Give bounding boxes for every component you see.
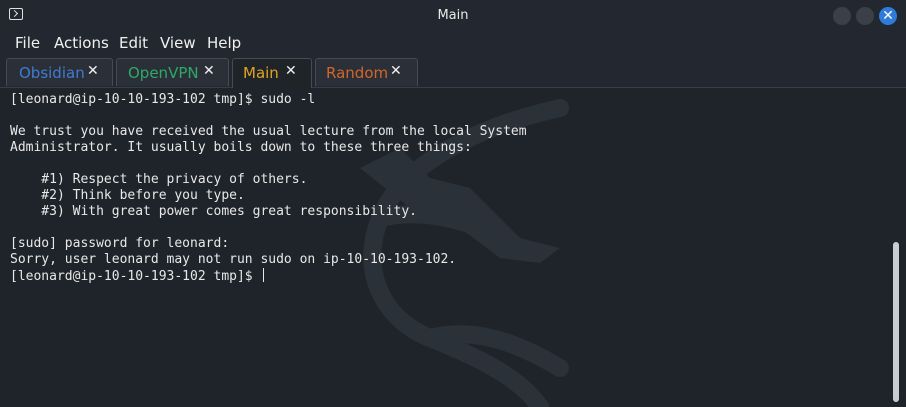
terminal-line: #1) Respect the privacy of others. [10,172,308,187]
close-tab-icon[interactable]: ✕ [203,63,215,79]
prompt-line[interactable]: [leonard@ip-10-10-193-102 tmp]$ [10,268,527,284]
close-tab-icon[interactable]: ✕ [390,63,402,79]
terminal-output[interactable]: [leonard@ip-10-10-193-102 tmp]$ sudo -l W… [0,88,906,407]
tab-random[interactable]: Random ✕ [315,58,418,86]
terminal-line: #2) Think before you type. [10,188,245,203]
title-bar[interactable]: Main ✕ [0,0,906,30]
menu-edit[interactable]: Edit [119,34,148,52]
maximize-button[interactable] [856,7,874,25]
tab-label: OpenVPN [128,64,199,82]
text-cursor [263,268,265,282]
tab-bar: Obsidian ✕ OpenVPN ✕ Main ✕ Random ✕ [0,56,906,88]
tab-obsidian[interactable]: Obsidian ✕ [6,58,113,86]
close-tab-icon[interactable]: ✕ [87,63,99,79]
tab-label: Random [326,64,389,82]
scrollbar[interactable] [893,242,899,402]
terminal-line: Sorry, user leonard may not run sudo on … [10,252,457,267]
prompt-text: [leonard@ip-10-10-193-102 tmp]$ [10,269,261,284]
terminal-line: We trust you have received the usual lec… [10,124,527,139]
menu-actions[interactable]: Actions [54,34,109,52]
terminal-text: [leonard@ip-10-10-193-102 tmp]$ sudo -l W… [10,92,527,284]
menu-view[interactable]: View [160,34,196,52]
terminal-line: [leonard@ip-10-10-193-102 tmp]$ sudo -l [10,92,316,107]
minimize-button[interactable] [833,7,851,25]
menu-bar: File Actions Edit View Help [0,30,906,56]
close-button[interactable]: ✕ [879,7,897,25]
window-title: Main [437,8,469,23]
tab-label: Main [243,64,279,82]
tab-openvpn[interactable]: OpenVPN ✕ [116,58,229,86]
terminal-window: Main ✕ File Actions Edit View Help Obsid… [0,0,906,407]
tab-label: Obsidian [19,64,85,82]
menu-file[interactable]: File [15,34,40,52]
terminal-line: #3) With great power comes great respons… [10,204,417,219]
close-tab-icon[interactable]: ✕ [285,63,297,79]
close-icon: ✕ [882,8,894,24]
terminal-line: [sudo] password for leonard: [10,236,230,251]
menu-help[interactable]: Help [207,34,241,52]
terminal-line: Administrator. It usually boils down to … [10,140,472,155]
tab-main[interactable]: Main ✕ [232,58,312,88]
